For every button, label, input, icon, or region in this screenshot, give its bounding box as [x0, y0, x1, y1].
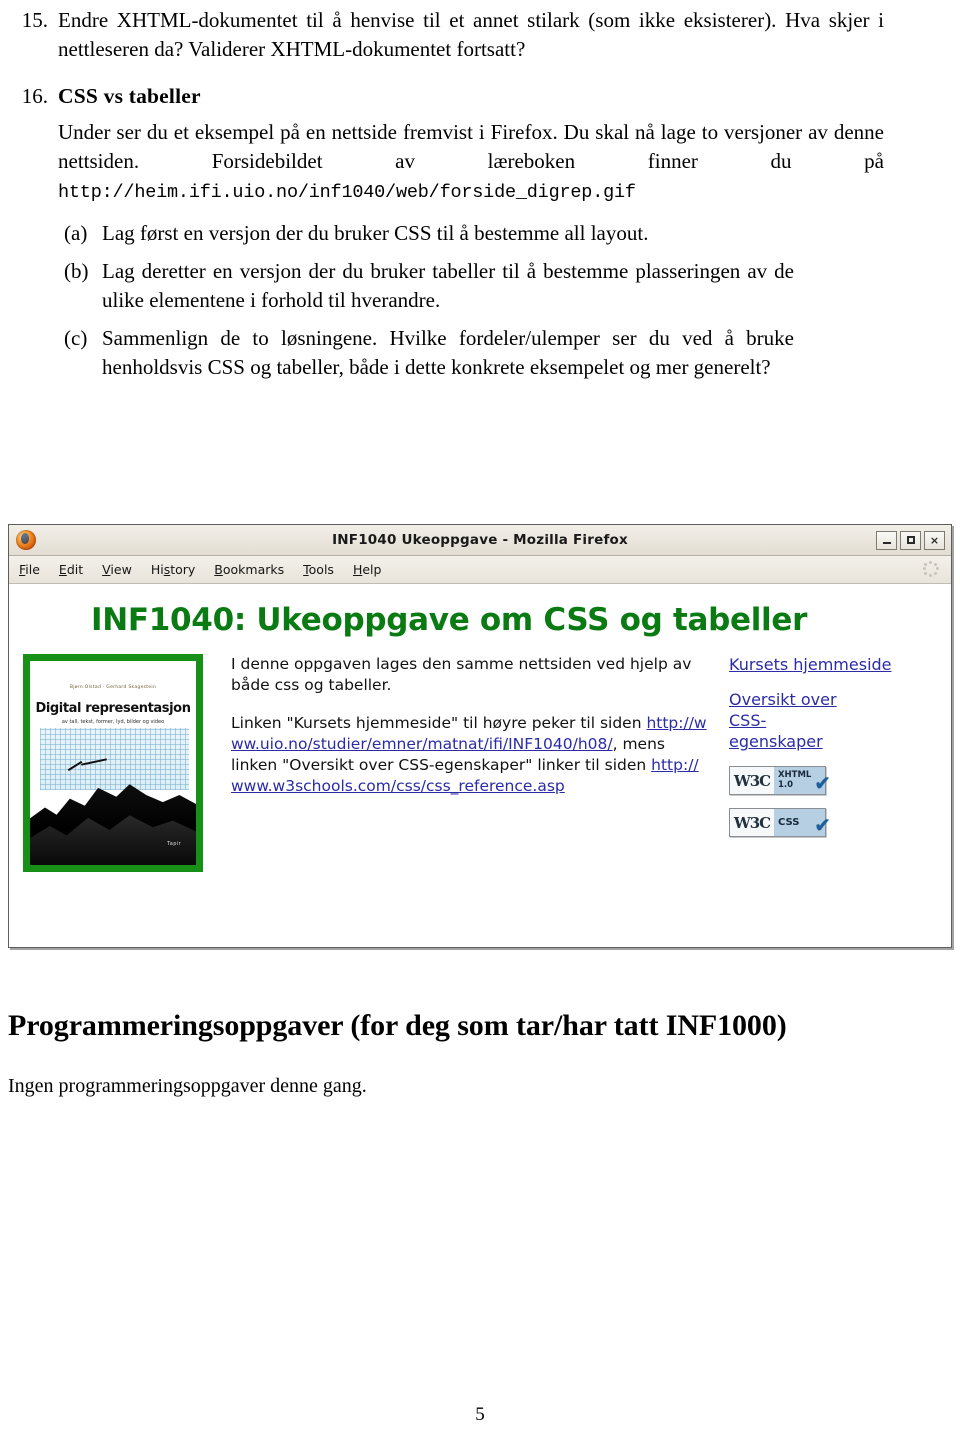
- menu-item-edit[interactable]: Edit: [59, 562, 83, 577]
- book-cover-image: Bjørn Olstad · Gerhard Skagestein Digita…: [23, 654, 203, 872]
- section-heading-programmeringsoppgaver: Programmeringsoppgaver (for deg som tar/…: [8, 1009, 787, 1042]
- w3c-xhtml-badge-label: XHTML 1.0: [778, 770, 811, 790]
- exercise-heading-16: CSS vs tabeller: [58, 84, 201, 108]
- book-publisher: Tapir: [167, 840, 182, 847]
- subitem-label-a: (a): [64, 221, 88, 245]
- page-links-column: Kursets hjemmeside Oversikt over CSS-ege…: [721, 654, 951, 872]
- minimize-icon: [882, 542, 891, 544]
- exercise-content-16: CSS vs tabeller Under ser du et eksempel…: [58, 82, 960, 391]
- menu-item-help[interactable]: Help: [353, 562, 382, 577]
- minimize-button[interactable]: [876, 530, 897, 550]
- book-cover-inner: Bjørn Olstad · Gerhard Skagestein Digita…: [30, 661, 196, 865]
- checkmark-icon: ✔: [814, 771, 831, 795]
- maximize-button[interactable]: [900, 530, 921, 550]
- exercise-paragraph-16-text: Under ser du et eksempel på en nettside …: [58, 120, 884, 173]
- book-cover-column: Bjørn Olstad · Gerhard Skagestein Digita…: [23, 654, 219, 872]
- book-title: Digital representasjon: [35, 700, 191, 716]
- page-text-column: I denne oppgaven lages den samme nettsid…: [219, 654, 721, 872]
- exercise-item-16: 16. CSS vs tabeller Under ser du et ekse…: [0, 82, 960, 391]
- checkmark-icon-css: ✔: [814, 813, 831, 837]
- window-title: INF1040 Ukeoppgave - Mozilla Firefox: [332, 532, 628, 548]
- menu-item-history[interactable]: History: [151, 562, 195, 577]
- page-paragraph-1: I denne oppgaven lages den samme nettsid…: [231, 655, 692, 694]
- subitem-text-c: Sammenlign de to løsningene. Hvilke ford…: [102, 326, 794, 379]
- w3c-xhtml-badge-line2: 1.0: [778, 779, 794, 790]
- page-heading: INF1040: Ukeoppgave om CSS og tabeller: [91, 602, 808, 638]
- book-subtitle: av tall, tekst, former, lyd, bilder og v…: [61, 719, 165, 726]
- link-kursets-hjemmeside[interactable]: Kursets hjemmeside: [729, 654, 892, 675]
- menu-item-bookmarks[interactable]: Bookmarks: [214, 562, 284, 577]
- w3c-css-badge-label: CSS: [778, 816, 800, 828]
- exercise-16-subitem-a: (a) Lag først en versjon der du bruker C…: [58, 219, 884, 248]
- book-authors: Bjørn Olstad · Gerhard Skagestein: [69, 685, 157, 691]
- exercise-number-16: 16.: [21, 84, 48, 108]
- bottom-section: Programmeringsoppgaver (for deg som tar/…: [8, 1006, 908, 1100]
- menu-item-view[interactable]: View: [102, 562, 132, 577]
- w3c-xhtml-badge[interactable]: W3C XHTML 1.0 ✔: [729, 766, 831, 795]
- window-controls: ×: [876, 530, 947, 550]
- book-arrow-marks: [67, 759, 110, 779]
- close-button[interactable]: ×: [924, 530, 945, 550]
- book-grid-pattern: [39, 728, 190, 790]
- page-number: 5: [475, 1404, 485, 1425]
- window-title-bar: INF1040 Ukeoppgave - Mozilla Firefox ×: [9, 525, 951, 556]
- document-body: 15. Endre XHTML-dokumentet til å henvise…: [0, 6, 960, 391]
- subitem-label-b: (b): [64, 259, 89, 283]
- exercise-16-subitems: (a) Lag først en versjon der du bruker C…: [58, 219, 884, 382]
- menu-item-tools[interactable]: Tools: [303, 562, 334, 577]
- exercise-number-15: 15.: [21, 8, 48, 32]
- w3c-logo-icon-css: W3C: [730, 809, 774, 836]
- exercise-item-15: 15. Endre XHTML-dokumentet til å henvise…: [0, 6, 960, 64]
- subitem-label-c: (c): [64, 326, 88, 350]
- exercise-16-subitem-c: (c) Sammenlign de to løsningene. Hvilke …: [58, 324, 884, 382]
- link-oversikt-css-egenskaper[interactable]: Oversikt over CSS-egenskaper: [729, 689, 859, 752]
- page-paragraph-2-part1: Linken "Kursets hjemmeside" til høyre pe…: [231, 714, 647, 732]
- w3c-css-badge[interactable]: W3C CSS ✔: [729, 808, 831, 837]
- page-columns: Bjørn Olstad · Gerhard Skagestein Digita…: [9, 638, 951, 872]
- menu-bar: File Edit View History Bookmarks Tools H…: [9, 556, 951, 584]
- forside-image-url: http://heim.ifi.uio.no/inf1040/web/forsi…: [58, 182, 636, 203]
- firefox-logo-icon: [16, 530, 36, 550]
- w3c-xhtml-badge-right: XHTML 1.0 ✔: [774, 767, 831, 794]
- firefox-window: INF1040 Ukeoppgave - Mozilla Firefox × F…: [8, 524, 952, 948]
- exercise-16-subitem-b: (b) Lag deretter en versjon der du bruke…: [58, 257, 884, 315]
- maximize-icon: [906, 536, 915, 544]
- menu-item-file[interactable]: File: [19, 562, 40, 577]
- exercise-text-15: Endre XHTML-dokumentet til å henvise til…: [58, 8, 884, 61]
- subitem-text-b: Lag deretter en versjon der du bruker ta…: [102, 259, 794, 312]
- browser-viewport: INF1040: Ukeoppgave om CSS og tabeller B…: [9, 584, 951, 947]
- throbber-icon: [923, 561, 939, 577]
- exercise-paragraph-16: Under ser du et eksempel på en nettside …: [58, 118, 884, 207]
- section-text-programmeringsoppgaver: Ingen programmeringsoppgaver denne gang.: [8, 1075, 367, 1097]
- subitem-text-a: Lag først en versjon der du bruker CSS t…: [102, 221, 649, 245]
- w3c-logo-icon: W3C: [730, 767, 774, 794]
- firefox-screenshot-figure: INF1040 Ukeoppgave - Mozilla Firefox × F…: [8, 524, 952, 948]
- w3c-css-badge-right: CSS ✔: [774, 809, 831, 836]
- page-paragraph-2: Linken "Kursets hjemmeside" til høyre pe…: [231, 713, 711, 797]
